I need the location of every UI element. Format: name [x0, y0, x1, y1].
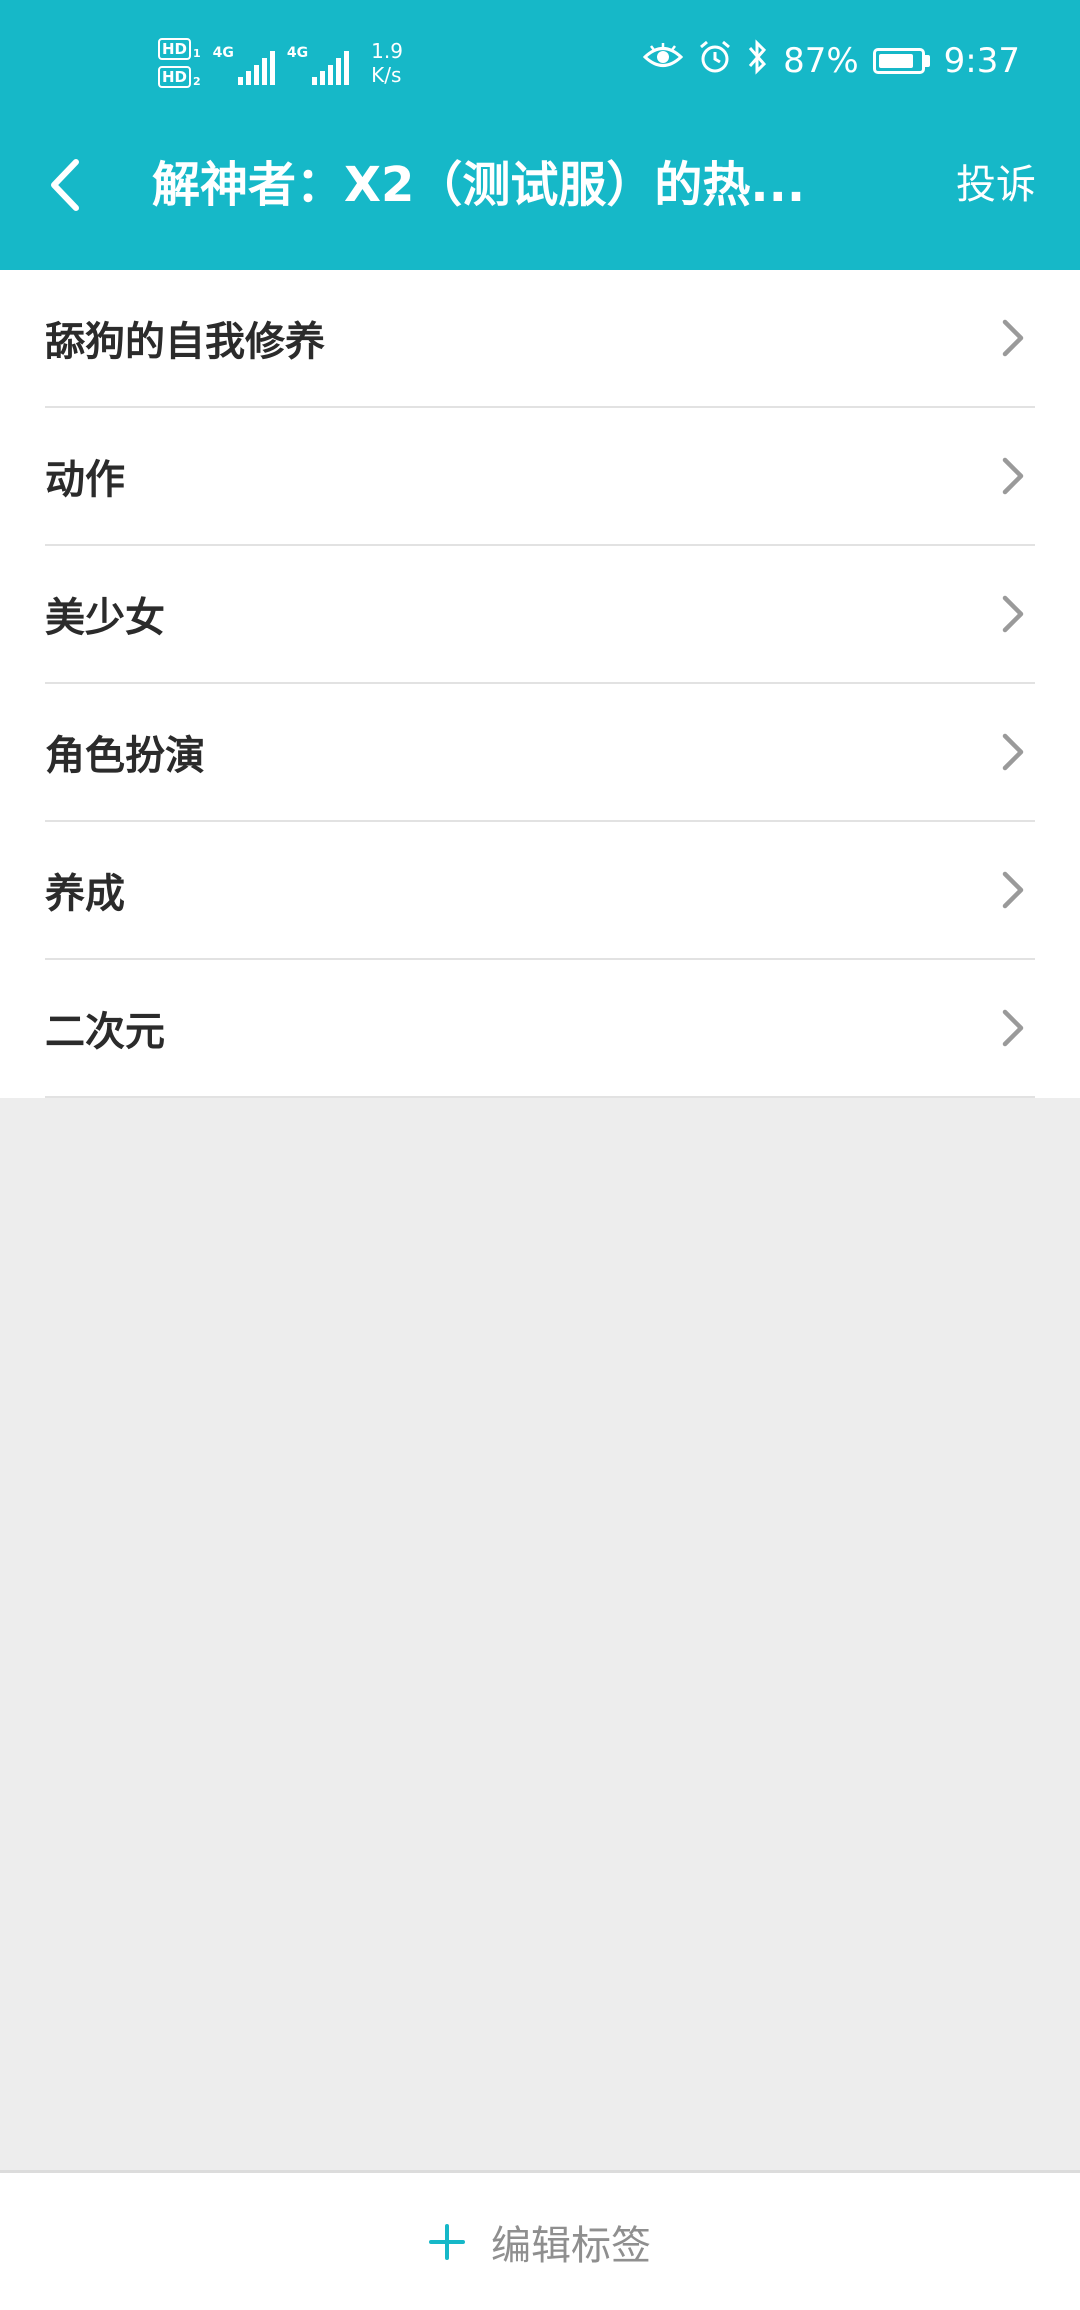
plus-icon	[429, 2223, 465, 2260]
tag-item[interactable]: 养成	[45, 822, 1035, 960]
tag-list: 舔狗的自我修养 动作 美少女 角色扮演 养成 二次元	[0, 270, 1080, 1098]
sim2-hd-badge: HD 2	[158, 65, 201, 88]
sim2-index: 2	[193, 74, 201, 88]
network-speed: 1.9 K/s	[371, 39, 403, 87]
sim-indicators: HD 1 HD 2	[158, 37, 201, 88]
sim2-network-type: 4G	[286, 44, 309, 61]
chevron-right-icon	[995, 454, 1031, 498]
clock-time: 9:37	[943, 41, 1020, 81]
network-speed-unit: K/s	[371, 62, 402, 87]
chevron-right-icon	[995, 730, 1031, 774]
tag-label: 二次元	[45, 1009, 165, 1055]
edit-tags-button[interactable]: 编辑标签	[429, 2213, 651, 2271]
sim1-signal-bars	[237, 50, 275, 85]
tag-item[interactable]: 舔狗的自我修养	[45, 270, 1035, 408]
sim1-network-type: 4G	[212, 44, 234, 61]
tag-label: 美少女	[45, 595, 165, 641]
tag-label: 舔狗的自我修养	[45, 319, 325, 365]
status-left: HD 1 HD 2 4G 4G 1.9 K/s	[158, 30, 403, 95]
sim1-hd-badge: HD 1	[158, 37, 201, 60]
network-speed-value: 1.9	[371, 38, 403, 63]
tag-label: 角色扮演	[45, 733, 205, 779]
battery-tip	[924, 55, 930, 67]
eye-comfort-icon	[642, 41, 684, 81]
battery-body	[872, 48, 925, 74]
edit-tags-label: 编辑标签	[491, 2222, 651, 2269]
battery-level-fill	[878, 54, 914, 68]
sim1-hd-label: HD	[158, 37, 192, 60]
battery-percent: 87%	[783, 41, 859, 81]
status-bar: HD 1 HD 2 4G 4G 1.9 K/s 87% 9:37	[0, 0, 1080, 125]
page-title: 解神者：X2（测试服）的热...	[152, 157, 806, 213]
bottom-bar: 编辑标签	[0, 2170, 1080, 2310]
sim1-signal-icon: 4G	[213, 41, 275, 85]
title-bar: 解神者：X2（测试服）的热... 投诉	[0, 125, 1080, 245]
status-right: 87% 9:37	[642, 36, 1020, 86]
sim1-index: 1	[193, 46, 201, 60]
bluetooth-icon	[747, 38, 769, 85]
tag-item[interactable]: 动作	[45, 408, 1035, 546]
report-button[interactable]: 投诉	[956, 125, 1036, 245]
tag-item[interactable]: 角色扮演	[45, 684, 1035, 822]
chevron-right-icon	[995, 868, 1031, 912]
sim2-signal-bars	[312, 50, 350, 85]
alarm-icon	[697, 39, 733, 84]
sim2-signal-icon: 4G	[286, 41, 350, 85]
tag-label: 养成	[45, 871, 125, 917]
tag-label: 动作	[45, 457, 125, 503]
chevron-right-icon	[995, 1006, 1031, 1050]
chevron-right-icon	[995, 592, 1031, 636]
tag-item[interactable]: 美少女	[45, 546, 1035, 684]
back-button[interactable]	[30, 145, 100, 225]
sim2-hd-label: HD	[158, 65, 192, 88]
app-header: HD 1 HD 2 4G 4G 1.9 K/s 87% 9:37 解神者：X2（…	[0, 0, 1080, 270]
chevron-right-icon	[995, 316, 1031, 360]
tag-item[interactable]: 二次元	[45, 960, 1035, 1098]
battery-icon	[872, 48, 930, 74]
chevron-left-icon	[51, 159, 79, 211]
